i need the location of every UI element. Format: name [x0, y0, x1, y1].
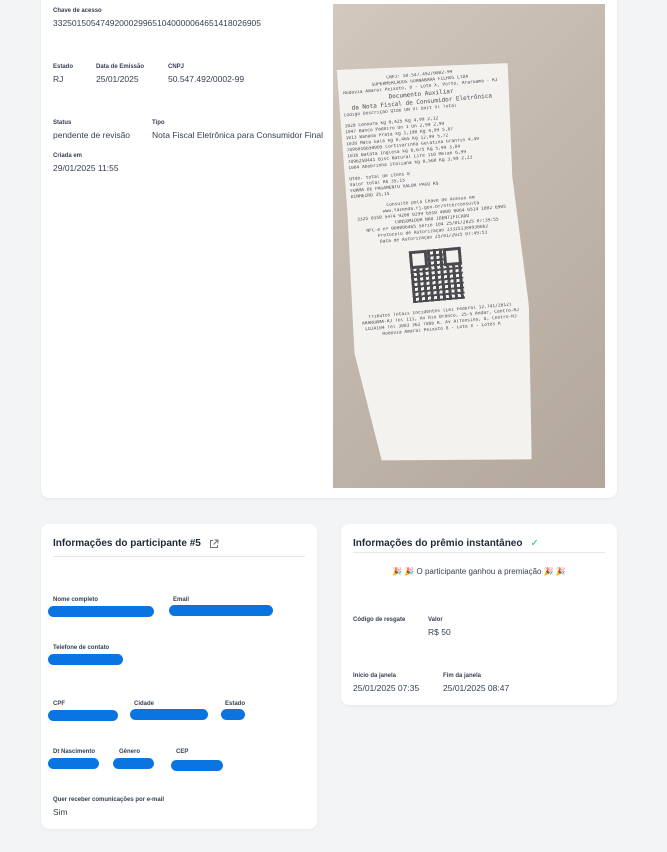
cidade-field: Cidade: [134, 700, 154, 708]
criada-em-value: 29/01/2025 11:55: [53, 163, 119, 173]
cpf-label: CPF: [53, 701, 65, 707]
check-icon: ✓: [530, 538, 539, 549]
inicio-field: Início da janela 25/01/2025 07:35: [353, 672, 419, 694]
prize-card: Informações do prêmio instantâneo ✓ 🎉 🎉 …: [341, 524, 617, 705]
data-emissao-value: 25/01/2025: [96, 74, 139, 84]
estado-field: Estado RJ: [53, 63, 73, 85]
genero-field: Gênero: [119, 748, 140, 756]
receipt-paper: CNPJ: 50.547.492/0002-99 SUPERMERCADOS GU…: [333, 55, 542, 474]
email-redaction: [169, 605, 273, 616]
participant-title: Informações do participante #5: [53, 538, 201, 549]
cnpj-label: CNPJ: [168, 64, 185, 70]
estado-part-label: Estado: [225, 701, 246, 707]
nome-field: Nome completo: [53, 596, 98, 604]
cpf-redaction: [48, 710, 118, 721]
cep-redaction: [171, 760, 223, 771]
genero-redaction: [113, 758, 154, 769]
telefone-label: Telefone de contato: [53, 645, 110, 651]
nome-label: Nome completo: [53, 597, 99, 603]
criada-em-field: Criada em 29/01/2025 11:55: [53, 152, 119, 174]
receipt-qr-code: [409, 247, 465, 303]
valor-label: Valor: [428, 617, 443, 623]
email-field: Email: [173, 596, 189, 604]
telefone-field: Telefone de contato: [53, 644, 109, 652]
cpf-field: CPF: [53, 700, 65, 708]
invoice-details-card: Chave de acesso 332501505474920002996510…: [41, 0, 617, 498]
comunicacoes-label: Quer receber comunicações por e-mail: [53, 797, 165, 803]
data-emissao-label: Data de Emissão: [96, 64, 145, 70]
estado-part-field: Estado: [225, 700, 245, 708]
external-link-icon[interactable]: [209, 539, 219, 549]
status-label: Status: [53, 120, 72, 126]
nascimento-field: Dt Nascimento: [53, 748, 95, 756]
prize-title: Informações do prêmio instantâneo: [353, 538, 523, 549]
fim-field: Fim da janela 25/01/2025 08:47: [443, 672, 509, 694]
tipo-value: Nota Fiscal Eletrônica para Consumidor F…: [152, 130, 324, 140]
cep-field: CEP: [176, 748, 188, 756]
comunicacoes-field: Quer receber comunicações por e-mail Sim: [53, 796, 164, 818]
codigo-field: Código de resgate: [353, 616, 405, 624]
data-emissao-field: Data de Emissão 25/01/2025: [96, 63, 144, 85]
tipo-field: Tipo Nota Fiscal Eletrônica para Consumi…: [152, 119, 323, 141]
prize-message: 🎉 🎉 O participante ganhou a premiação 🎉 …: [392, 567, 566, 576]
email-label: Email: [173, 597, 190, 603]
tipo-label: Tipo: [152, 120, 165, 126]
nome-redaction: [48, 606, 154, 617]
fim-label: Fim da janela: [443, 673, 482, 679]
participant-divider: [53, 556, 305, 557]
criada-em-label: Criada em: [53, 153, 83, 159]
fim-value: 25/01/2025 08:47: [443, 683, 510, 693]
prize-header: Informações do prêmio instantâneo ✓: [353, 538, 539, 549]
valor-value: R$ 50: [428, 627, 451, 637]
genero-label: Gênero: [119, 749, 141, 755]
chave-acesso-value: 3325015054749200029965104000006465141802…: [53, 18, 262, 28]
chave-acesso-field: Chave de acesso 332501505474920002996510…: [53, 7, 261, 29]
status-field: Status pendente de revisão: [53, 119, 130, 141]
valor-field: Valor R$ 50: [428, 616, 451, 638]
inicio-label: Início da janela: [353, 673, 397, 679]
estado-part-redaction: [221, 709, 245, 720]
cidade-label: Cidade: [134, 701, 155, 707]
nascimento-redaction: [48, 758, 99, 769]
cnpj-field: CNPJ 50.547.492/0002-99: [168, 63, 244, 85]
cnpj-value: 50.547.492/0002-99: [168, 74, 245, 84]
chave-acesso-label: Chave de acesso: [53, 8, 102, 14]
participant-header: Informações do participante #5: [53, 538, 219, 549]
cidade-redaction: [130, 709, 208, 720]
estado-value: RJ: [53, 74, 64, 84]
participant-card: Informações do participante #5 Nome comp…: [41, 524, 317, 829]
receipt-photo[interactable]: CNPJ: 50.547.492/0002-99 SUPERMERCADOS GU…: [333, 4, 605, 488]
status-value: pendente de revisão: [53, 130, 131, 140]
prize-divider: [353, 552, 605, 553]
codigo-label: Código de resgate: [353, 617, 406, 623]
comunicacoes-value: Sim: [53, 807, 68, 817]
cep-label: CEP: [176, 749, 189, 755]
estado-label: Estado: [53, 64, 74, 70]
inicio-value: 25/01/2025 07:35: [353, 683, 420, 693]
telefone-redaction: [48, 654, 123, 665]
nascimento-label: Dt Nascimento: [53, 749, 96, 755]
